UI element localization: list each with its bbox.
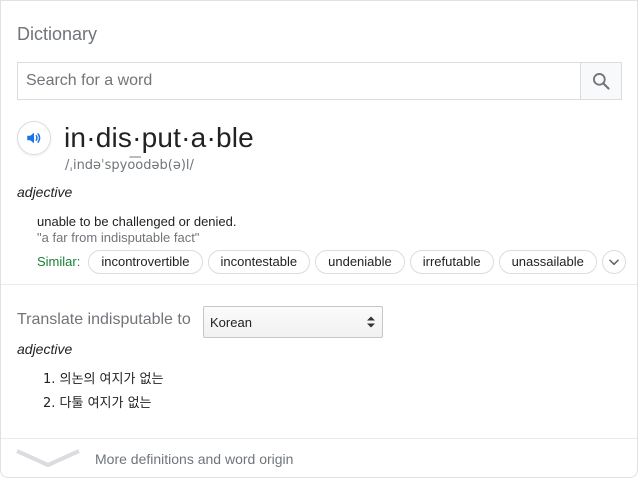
dictionary-card: Dictionary in·dis·put·a·ble /ˌindəˈspyo͞…	[0, 0, 638, 478]
similar-chip[interactable]: incontestable	[207, 249, 311, 274]
part-of-speech: adjective	[17, 184, 73, 200]
example: "a far from indisputable fact"	[37, 230, 200, 245]
chevron-down-icon	[609, 258, 619, 265]
expand-chevron-icon	[16, 449, 80, 467]
speaker-icon	[27, 132, 41, 144]
more-definitions-label: More definitions and word origin	[95, 451, 294, 467]
phonetic: /ˌindəˈspyo͞odəb(ə)l/	[65, 158, 194, 173]
similar-chip[interactable]: irrefutable	[409, 249, 494, 274]
select-arrows-icon	[367, 316, 375, 328]
more-similar-button[interactable]	[601, 249, 626, 274]
language-select-value: Korean	[210, 314, 252, 330]
translation-part-of-speech: adjective	[17, 341, 73, 357]
similar-chip[interactable]: incontrovertible	[88, 249, 203, 274]
similar-label: Similar:	[37, 254, 81, 269]
more-definitions-link[interactable]: More definitions and word origin	[1, 439, 637, 477]
translate-label: Translate indisputable to	[17, 311, 191, 328]
similar-chip[interactable]: undeniable	[315, 249, 405, 274]
divider	[1, 284, 637, 285]
translation-item: 1. 의논의 여지가 없는	[43, 372, 164, 387]
search-input[interactable]	[18, 63, 580, 99]
card-title: Dictionary	[17, 24, 98, 44]
similar-row: Similar: incontrovertible incontestable …	[37, 249, 626, 274]
pronunciation-button[interactable]	[17, 121, 51, 155]
search-icon	[593, 73, 610, 90]
translation-item: 2. 다툴 여지가 없는	[43, 396, 152, 411]
search-box	[17, 62, 622, 100]
similar-chip[interactable]: unassailable	[498, 249, 597, 274]
headword: in·dis·put·a·ble	[64, 122, 254, 153]
search-button[interactable]	[580, 63, 621, 99]
definition: unable to be challenged or denied.	[37, 214, 237, 229]
language-select[interactable]: Korean	[203, 306, 383, 338]
